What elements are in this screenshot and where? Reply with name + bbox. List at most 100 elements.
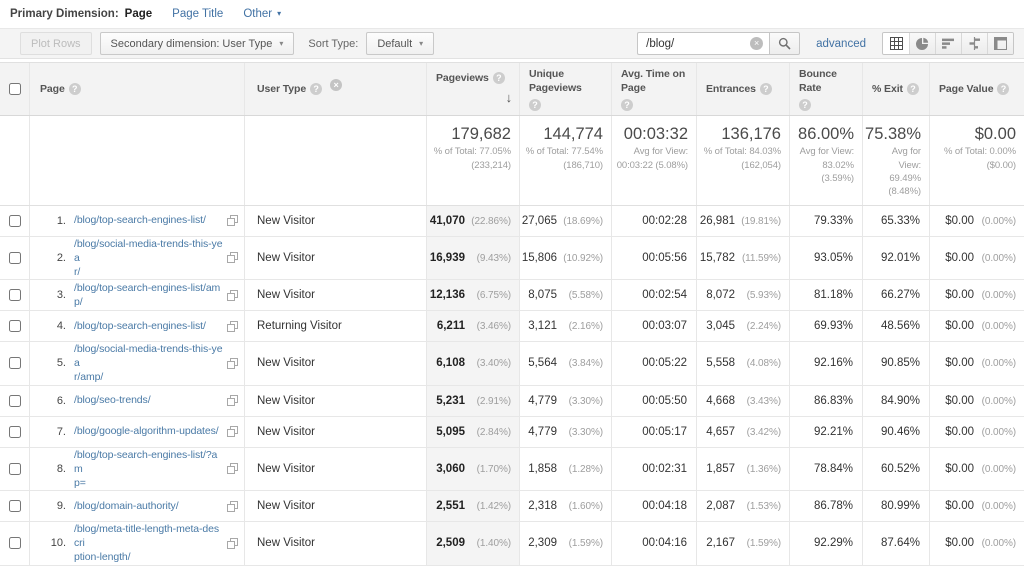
- pivot-view-button[interactable]: [987, 33, 1013, 54]
- page-link[interactable]: /blog/top-search-engines-list/amp/: [74, 281, 223, 309]
- pageviews-value: 41,070: [430, 215, 465, 227]
- remove-dimension-icon[interactable]: ×: [330, 79, 342, 91]
- open-page-icon[interactable]: [227, 395, 238, 406]
- column-header-entrances[interactable]: Entrances?: [697, 63, 790, 115]
- entrances-value: 3,045: [701, 320, 735, 332]
- bar-chart-icon: [942, 37, 955, 50]
- row-checkbox[interactable]: [9, 395, 21, 407]
- user-type-value: New Visitor: [257, 463, 315, 475]
- page-link[interactable]: /blog/top-search-engines-list/: [74, 213, 223, 227]
- table-view-button[interactable]: [883, 33, 909, 54]
- chevron-down-icon: ▾: [279, 40, 283, 48]
- open-page-icon[interactable]: [227, 501, 238, 512]
- page-link[interactable]: /blog/google-algorithm-updates/: [74, 424, 223, 438]
- page-link[interactable]: /blog/top-search-engines-list/?am p=: [74, 448, 223, 491]
- page-value: $0.00: [934, 252, 974, 264]
- pageviews-value: 6,108: [431, 357, 465, 369]
- performance-view-button[interactable]: [935, 33, 961, 54]
- page-value-percent: (0.00%): [974, 396, 1016, 407]
- bounce-rate-value: 92.21%: [790, 426, 862, 438]
- column-header-user-type[interactable]: User Type?×: [245, 63, 427, 115]
- row-checkbox[interactable]: [9, 357, 21, 369]
- unique-pageviews-value: 1,858: [524, 463, 557, 475]
- row-checkbox[interactable]: [9, 500, 21, 512]
- search-button[interactable]: [769, 32, 800, 55]
- help-icon[interactable]: ?: [493, 72, 505, 84]
- bounce-rate-value: 69.93%: [790, 320, 862, 332]
- page-link[interactable]: /blog/meta-title-length-meta-descri ptio…: [74, 522, 223, 565]
- open-page-icon[interactable]: [227, 252, 238, 263]
- column-header-avg-time[interactable]: Avg. Time on Page?: [612, 63, 697, 115]
- page-value-percent: (0.00%): [974, 538, 1016, 549]
- avg-time-value: 00:05:56: [612, 252, 696, 264]
- table-row: 2. /blog/social-media-trends-this-yea r/…: [0, 237, 1024, 281]
- comparison-view-button[interactable]: [961, 33, 987, 54]
- help-icon[interactable]: ?: [529, 99, 541, 111]
- unique-pageviews-percent: (5.58%): [557, 290, 603, 301]
- pageviews-percent: (1.70%): [465, 464, 511, 475]
- open-page-icon[interactable]: [227, 215, 238, 226]
- help-icon[interactable]: ?: [760, 83, 772, 95]
- open-page-icon[interactable]: [227, 321, 238, 332]
- page-link[interactable]: /blog/top-search-engines-list/: [74, 319, 223, 333]
- pageviews-percent: (2.84%): [465, 427, 511, 438]
- column-header-page-value[interactable]: Page Value?: [930, 63, 1024, 115]
- page-link[interactable]: /blog/seo-trends/: [74, 393, 223, 407]
- table-view-icon: [890, 37, 903, 50]
- open-page-icon[interactable]: [227, 538, 238, 549]
- dimension-page-title[interactable]: Page Title: [172, 8, 223, 20]
- page-link[interactable]: /blog/domain-authority/: [74, 499, 223, 513]
- total-page-value: $0.00 % of Total: 0.00% ($0.00): [930, 116, 1024, 204]
- row-checkbox[interactable]: [9, 463, 21, 475]
- help-icon[interactable]: ?: [310, 83, 322, 95]
- help-icon[interactable]: ?: [621, 99, 633, 111]
- page-value: $0.00: [934, 357, 974, 369]
- entrances-percent: (5.93%): [735, 290, 781, 301]
- advanced-search-link[interactable]: advanced: [816, 38, 866, 50]
- table-row: 10. /blog/meta-title-length-meta-descri …: [0, 522, 1024, 566]
- help-icon[interactable]: ?: [907, 83, 919, 95]
- unique-pageviews-percent: (2.16%): [557, 321, 603, 332]
- unique-pageviews-value: 4,779: [524, 426, 557, 438]
- page-value: $0.00: [934, 463, 974, 475]
- open-page-icon[interactable]: [227, 290, 238, 301]
- open-page-icon[interactable]: [227, 358, 238, 369]
- row-checkbox[interactable]: [9, 320, 21, 332]
- page-value-percent: (0.00%): [974, 321, 1016, 332]
- row-checkbox[interactable]: [9, 426, 21, 438]
- row-checkbox[interactable]: [9, 215, 21, 227]
- column-header-unique-pageviews[interactable]: Unique Pageviews?: [520, 63, 612, 115]
- row-number: 10.: [40, 537, 66, 549]
- secondary-dimension-button[interactable]: Secondary dimension: User Type▾: [100, 32, 295, 55]
- page-value-percent: (0.00%): [974, 358, 1016, 369]
- dimension-page[interactable]: Page: [125, 8, 153, 20]
- column-header-bounce-rate[interactable]: Bounce Rate?: [790, 63, 863, 115]
- page-value: $0.00: [934, 289, 974, 301]
- row-checkbox[interactable]: [9, 252, 21, 264]
- row-checkbox[interactable]: [9, 537, 21, 549]
- select-all-checkbox[interactable]: [9, 83, 21, 95]
- table-row: 3. /blog/top-search-engines-list/amp/ Ne…: [0, 280, 1024, 311]
- row-checkbox[interactable]: [9, 289, 21, 301]
- plot-rows-button[interactable]: Plot Rows: [20, 32, 92, 55]
- column-header-pageviews[interactable]: Pageviews?↓: [427, 63, 520, 115]
- page-value-percent: (0.00%): [974, 290, 1016, 301]
- dimension-other[interactable]: Other▾: [243, 8, 281, 20]
- sort-type-button[interactable]: Default▾: [366, 32, 434, 55]
- help-icon[interactable]: ?: [799, 99, 811, 111]
- open-page-icon[interactable]: [227, 463, 238, 474]
- data-table: Page? User Type?× Pageviews?↓ Unique Pag…: [0, 62, 1024, 566]
- sort-descending-icon[interactable]: ↓: [506, 89, 514, 107]
- bounce-rate-value: 86.83%: [790, 395, 862, 407]
- percentage-view-button[interactable]: [909, 33, 935, 54]
- unique-pageviews-value: 27,065: [522, 215, 557, 227]
- column-header-page[interactable]: Page?: [30, 63, 245, 115]
- help-icon[interactable]: ?: [69, 83, 81, 95]
- entrances-percent: (1.36%): [735, 464, 781, 475]
- row-number: 1.: [40, 215, 66, 227]
- page-link[interactable]: /blog/social-media-trends-this-yea r/amp…: [74, 342, 223, 385]
- help-icon[interactable]: ?: [997, 83, 1009, 95]
- page-link[interactable]: /blog/social-media-trends-this-yea r/: [74, 237, 223, 280]
- open-page-icon[interactable]: [227, 426, 238, 437]
- column-header-exit[interactable]: % Exit?: [863, 63, 930, 115]
